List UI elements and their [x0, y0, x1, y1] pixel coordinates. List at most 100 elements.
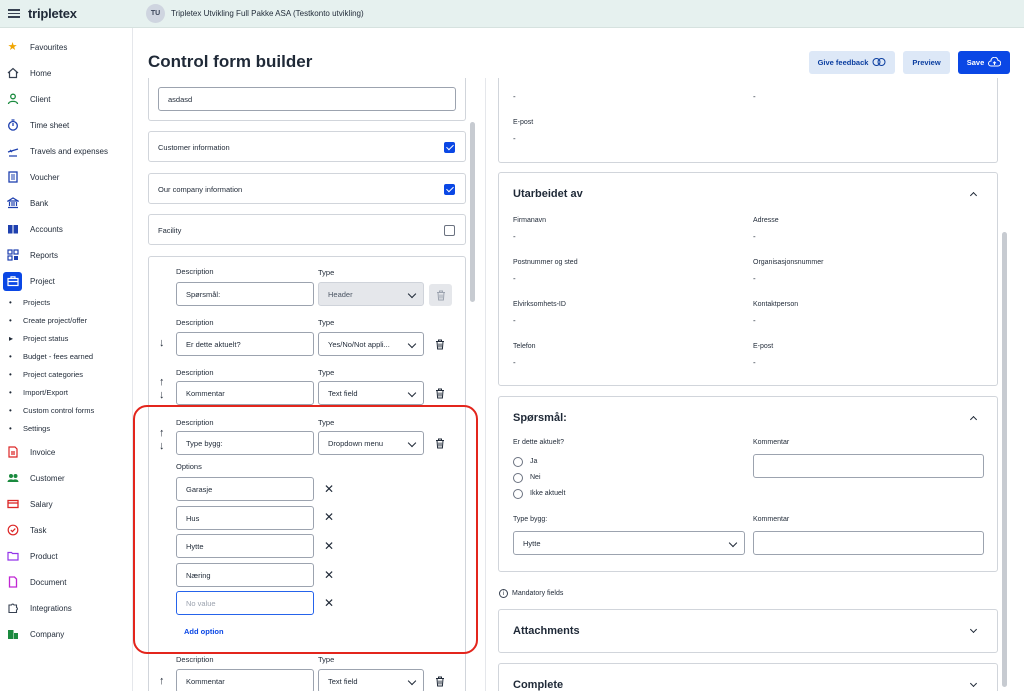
select-value: Header: [328, 289, 353, 299]
trash-icon[interactable]: [433, 337, 447, 351]
type-select[interactable]: Text field: [318, 381, 424, 405]
sidebar-item-label: Integrations: [30, 603, 72, 613]
top-bar: tripletex TU Tripletex Utvikling Full Pa…: [0, 0, 1024, 28]
reports-icon: [6, 249, 19, 262]
kommentar-input[interactable]: [753, 454, 984, 478]
toggle-customer-information[interactable]: Customer information: [148, 131, 466, 162]
utarbeidet-av-section: Utarbeidet av Firmanavn - Adresse - Post…: [498, 172, 998, 386]
sporsmal-section: Spørsmål: Er dette aktuelt? Ja Nei Ikke …: [498, 396, 998, 572]
sidebar-subitem-project-status[interactable]: ▸ Project status: [0, 330, 133, 346]
description-input[interactable]: Spørsmål:: [176, 282, 314, 306]
invoice-icon: [6, 446, 19, 459]
sidebar-subitem-custom-control-forms[interactable]: • Custom control forms: [0, 402, 133, 418]
trash-icon[interactable]: [433, 674, 447, 688]
radio-ikke-aktuelt[interactable]: [513, 489, 523, 499]
sidebar-item-time-sheet[interactable]: Time sheet: [0, 114, 133, 136]
our-company-information-checkbox[interactable]: [444, 184, 455, 195]
toggle-label: Facility: [158, 226, 182, 235]
sidebar-item-client[interactable]: Client: [0, 88, 133, 110]
expand-arrow-icon[interactable]: ▸: [9, 334, 13, 343]
sidebar-subitem-budget[interactable]: • Budget - fees earned: [0, 348, 133, 364]
sidebar-item-label: Document: [30, 577, 67, 587]
document-icon: [6, 576, 19, 589]
sidebar-item-task[interactable]: Task: [0, 519, 133, 541]
sidebar-subitem-create-project[interactable]: • Create project/offer: [0, 312, 133, 328]
move-down-icon[interactable]: ↓: [159, 338, 165, 349]
type-select[interactable]: Yes/No/Not appli...: [318, 332, 424, 356]
sidebar-item-reports[interactable]: Reports: [0, 244, 133, 266]
description-input[interactable]: Kommentar: [176, 669, 314, 691]
toggle-label: Customer information: [158, 143, 230, 152]
move-up-icon[interactable]: ↑: [159, 676, 165, 687]
move-up-icon[interactable]: ↑: [159, 377, 165, 388]
field-value: -: [513, 274, 516, 283]
company-switcher[interactable]: TU Tripletex Utvikling Full Pakke ASA (T…: [146, 4, 364, 23]
chevron-down-icon[interactable]: [969, 625, 978, 634]
trash-icon[interactable]: [433, 386, 447, 400]
sidebar-item-project[interactable]: Project: [0, 270, 133, 292]
sidebar-item-favourites[interactable]: ★ Favourites: [0, 36, 133, 58]
company-icon: [6, 628, 19, 641]
sidebar-item-label: Salary: [30, 499, 53, 509]
sidebar-item-integrations[interactable]: Integrations: [0, 597, 133, 619]
chevron-up-icon[interactable]: [969, 191, 978, 200]
sidebar-item-bank[interactable]: Bank: [0, 192, 133, 214]
preview-top-card: - - E-post -: [498, 78, 998, 163]
move-down-icon[interactable]: ↓: [159, 390, 165, 401]
subitem-label: Projects: [23, 297, 51, 307]
menu-icon[interactable]: [8, 9, 20, 18]
chevron-down-icon[interactable]: [969, 679, 978, 688]
sidebar-item-company[interactable]: Company: [0, 623, 133, 645]
sidebar-item-label: Reports: [30, 250, 59, 260]
sidebar-subitem-project-categories[interactable]: • Project categories: [0, 366, 133, 382]
toggle-facility[interactable]: Facility: [148, 214, 466, 245]
attachments-section[interactable]: Attachments: [498, 609, 998, 653]
type-bygg-select[interactable]: Hytte: [513, 531, 745, 555]
sidebar-item-home[interactable]: Home: [0, 62, 133, 84]
sidebar-item-voucher[interactable]: Voucher: [0, 166, 133, 188]
sidebar-subitem-projects[interactable]: • Projects: [0, 294, 133, 310]
kommentar-input[interactable]: [753, 531, 984, 555]
sidebar-item-label: Home: [30, 68, 52, 78]
bank-icon: [6, 197, 19, 210]
customer-information-checkbox[interactable]: [444, 142, 455, 153]
sidebar-item-invoice[interactable]: Invoice: [0, 441, 133, 463]
sidebar-subitem-import-export[interactable]: • Import/Export: [0, 384, 133, 400]
toggle-our-company-information[interactable]: Our company information: [148, 173, 466, 204]
book-icon: [6, 223, 19, 236]
radio-ja[interactable]: [513, 457, 523, 467]
toggle-label: Our company information: [158, 185, 243, 194]
give-feedback-button[interactable]: Give feedback: [809, 51, 895, 74]
preview-button[interactable]: Preview: [903, 51, 950, 74]
builder-scrollbar[interactable]: [470, 122, 475, 302]
subitem-label: Settings: [23, 423, 51, 433]
section-title: Complete: [513, 679, 564, 691]
sidebar-item-accounts[interactable]: Accounts: [0, 218, 133, 240]
sidebar-item-document[interactable]: Document: [0, 571, 133, 593]
form-name-input[interactable]: asdasd: [158, 87, 456, 111]
sidebar-item-travels[interactable]: Travels and expenses: [0, 140, 133, 162]
sidebar-item-product[interactable]: Product: [0, 545, 133, 567]
subitem-label: Budget - fees earned: [23, 351, 94, 361]
type-select[interactable]: Text field: [318, 669, 424, 691]
select-value: Text field: [328, 676, 358, 686]
subitem-label: Create project/offer: [23, 315, 88, 325]
facility-checkbox[interactable]: [444, 225, 455, 236]
complete-section[interactable]: Complete: [498, 663, 998, 691]
save-button[interactable]: Save: [958, 51, 1010, 74]
sidebar-item-customer[interactable]: Customer: [0, 467, 133, 489]
preview-scrollbar[interactable]: [1002, 232, 1007, 687]
chevron-up-icon[interactable]: [969, 415, 978, 424]
column-divider: [485, 78, 486, 691]
section-title: Spørsmål:: [513, 412, 567, 424]
sidebar: ★ Favourites Home Client Time sheet Trav…: [0, 28, 133, 691]
description-input[interactable]: Kommentar: [176, 381, 314, 405]
sidebar-item-salary[interactable]: Salary: [0, 493, 133, 515]
bullet: •: [9, 315, 12, 325]
home-icon: [6, 67, 19, 80]
field-label: Kontaktperson: [753, 301, 799, 308]
sidebar-subitem-settings[interactable]: • Settings: [0, 420, 133, 436]
app-logo[interactable]: tripletex: [28, 6, 77, 21]
description-input[interactable]: Er dette aktuelt?: [176, 332, 314, 356]
radio-nei[interactable]: [513, 473, 523, 483]
